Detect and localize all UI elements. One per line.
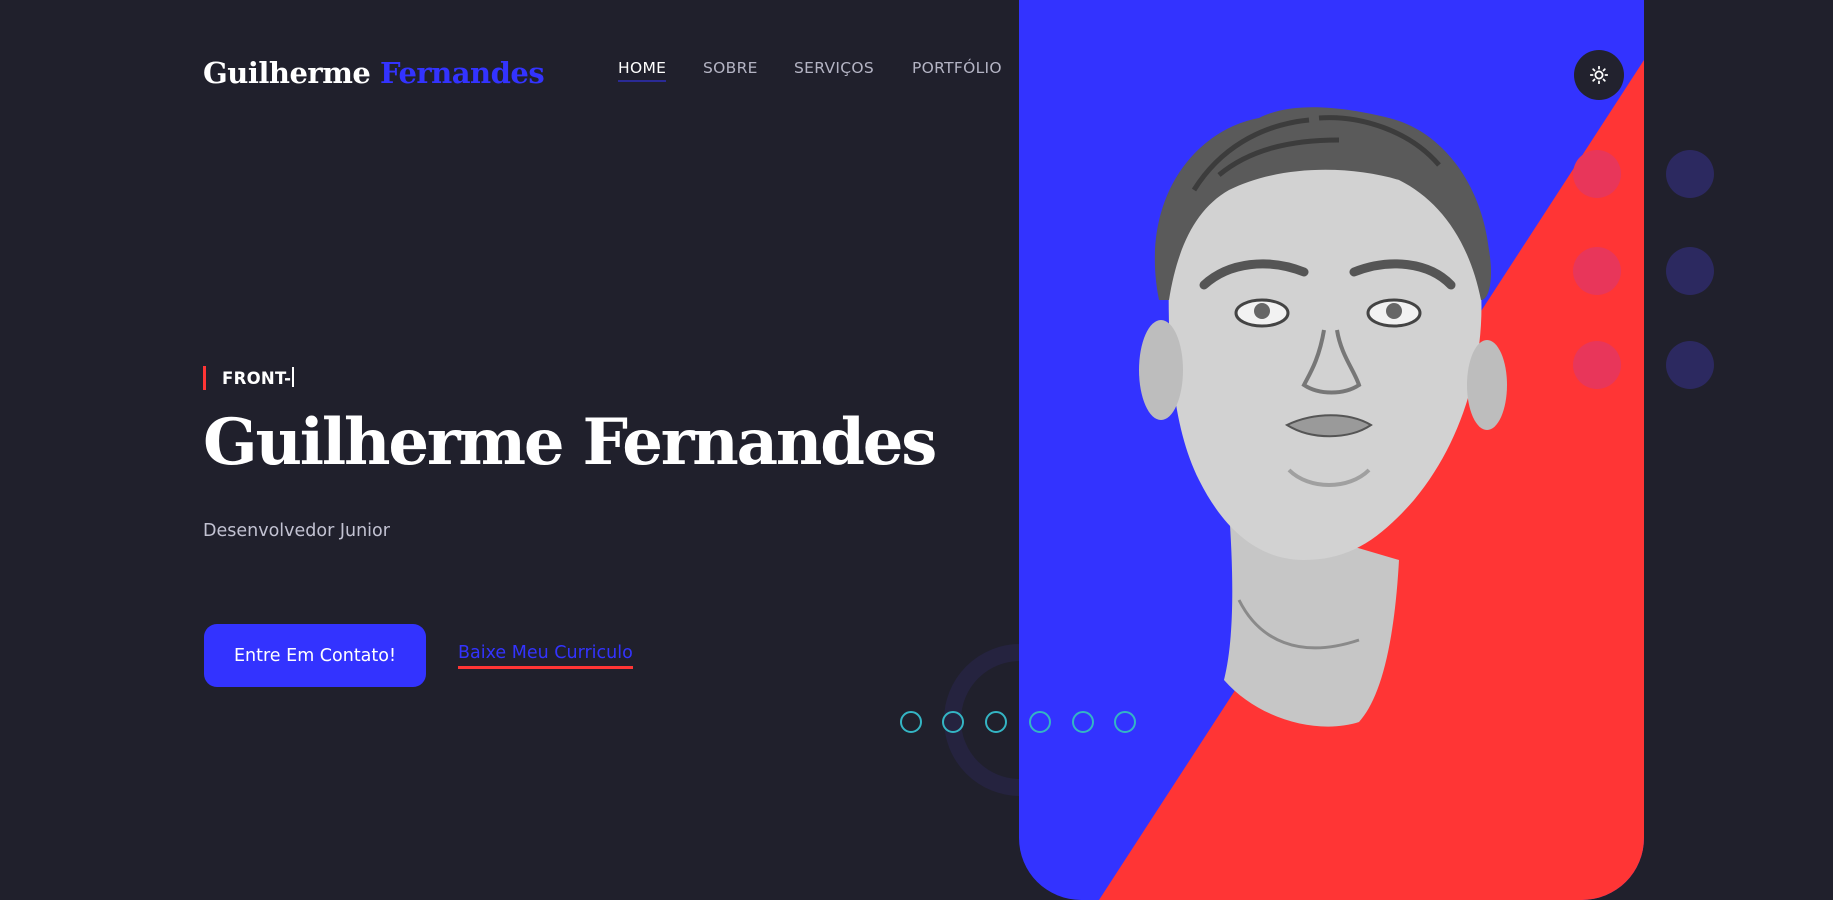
logo-last-name: Fernandes bbox=[379, 56, 545, 90]
download-cv-link[interactable]: Baixe Meu Curriculo bbox=[458, 643, 633, 669]
logo-first-name: Guilherme bbox=[203, 56, 371, 90]
hero-subtitle: Desenvolvedor Junior bbox=[203, 521, 390, 541]
slider-dot-2[interactable] bbox=[942, 711, 964, 733]
hero-name: Guilherme Fernandes bbox=[203, 405, 937, 480]
decorative-dot bbox=[1666, 150, 1714, 198]
decorative-dot bbox=[1573, 341, 1621, 389]
theme-toggle-button[interactable] bbox=[1574, 50, 1624, 100]
slider-dot-3[interactable] bbox=[985, 711, 1007, 733]
slider-dot-6[interactable] bbox=[1114, 711, 1136, 733]
role-accent-bar bbox=[203, 366, 206, 390]
typing-role-text: FRONT- bbox=[222, 367, 295, 388]
decorative-dot bbox=[1573, 150, 1621, 198]
portrait-illustration bbox=[1099, 60, 1644, 900]
nav-sobre[interactable]: SOBRE bbox=[703, 59, 758, 77]
sun-icon bbox=[1590, 66, 1608, 84]
hero-image-card bbox=[1019, 0, 1644, 900]
slider-dot-5[interactable] bbox=[1072, 711, 1094, 733]
nav-home[interactable]: HOME bbox=[618, 59, 667, 82]
decorative-dot bbox=[1573, 247, 1621, 295]
typing-cursor bbox=[292, 367, 295, 387]
nav-portfolio[interactable]: PORTFÓLIO bbox=[912, 59, 1002, 77]
slider-dot-1[interactable] bbox=[900, 711, 922, 733]
decorative-dot bbox=[1666, 341, 1714, 389]
role-text: FRONT- bbox=[222, 369, 292, 388]
contact-button[interactable]: Entre Em Contato! bbox=[204, 624, 426, 687]
nav-servicos[interactable]: SERVIÇOS bbox=[794, 59, 874, 77]
slider-dot-4[interactable] bbox=[1029, 711, 1051, 733]
site-logo[interactable]: Guilherme Fernandes bbox=[203, 56, 545, 90]
decorative-dot bbox=[1666, 247, 1714, 295]
